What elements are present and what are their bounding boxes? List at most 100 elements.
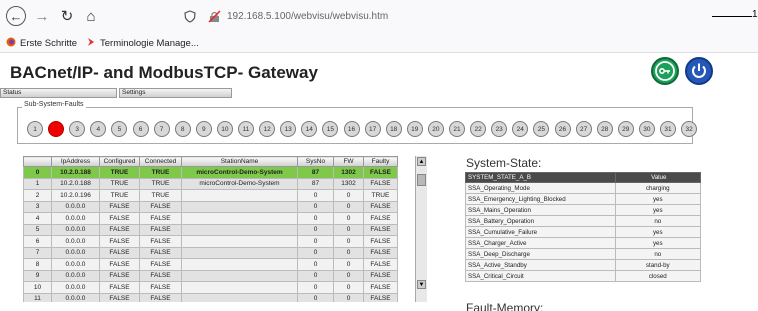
table-cell: 0.0.0.0 — [51, 269, 100, 282]
tab-bar: Status Settings — [0, 88, 758, 98]
table-cell: 3 — [23, 200, 52, 213]
table-cell: FALSE — [99, 223, 140, 236]
fault-indicator-20: 20 — [427, 121, 444, 137]
table-cell: 0.0.0.0 — [51, 212, 100, 225]
key-button[interactable] — [651, 57, 679, 85]
annotation-leader-line — [712, 16, 752, 17]
state-row: SSA_Mains_Operation yes — [465, 204, 702, 216]
table-cell: FALSE — [139, 246, 182, 259]
url-bar[interactable]: 192.168.5.100/webvisu/webvisu.htm — [183, 6, 703, 27]
fault-indicator-6: 6 — [132, 121, 149, 137]
table-cell: FALSE — [363, 246, 398, 259]
table-cell: 9 — [23, 269, 52, 282]
state-value: yes — [614, 204, 702, 216]
fault-indicator-29: 29 — [617, 121, 634, 137]
state-value: no — [614, 215, 702, 227]
tab-settings[interactable]: Settings — [119, 88, 232, 98]
state-row: SSA_Charger_Active yes — [465, 237, 702, 249]
device-table: IpAddress Configured Connected StationName S… — [23, 156, 398, 302]
table-cell: FALSE — [139, 281, 182, 294]
state-name: SSA_Battery_Operation — [465, 215, 616, 227]
column-header[interactable]: IpAddress — [51, 156, 100, 167]
state-name: SSA_Deep_Discharge — [465, 248, 616, 260]
scroll-up-icon[interactable]: ▲ — [417, 157, 426, 166]
url-text[interactable]: 192.168.5.100/webvisu/webvisu.htm — [227, 11, 388, 22]
fault-indicator-9: 9 — [195, 121, 212, 137]
table-cell: FALSE — [99, 258, 140, 271]
sub-system-faults-label: Sub-System-Faults — [22, 101, 86, 108]
table-cell: 6 — [23, 235, 52, 248]
home-icon[interactable]: ⌂ — [80, 5, 102, 27]
table-cell: FALSE — [363, 200, 398, 213]
column-header[interactable]: FW — [333, 156, 364, 167]
tab-status[interactable]: Status — [0, 88, 117, 98]
table-row[interactable]: 2 10.2.0.196 TRUE TRUE 0 0 TRUE — [23, 189, 398, 202]
bookmark-erste-schritte[interactable]: Erste Schritte — [6, 37, 77, 50]
fault-indicator-30: 30 — [638, 121, 655, 137]
table-cell: 10.2.0.188 — [51, 177, 100, 190]
column-header[interactable]: StationName — [181, 156, 298, 167]
column-header[interactable]: Connected — [139, 156, 182, 167]
table-cell: FALSE — [363, 281, 398, 294]
reload-icon[interactable]: ↻ — [56, 5, 78, 27]
column-header[interactable]: Configured — [99, 156, 140, 167]
scrollbar-thumb[interactable] — [417, 174, 426, 186]
bookmark-terminologie[interactable]: Terminologie Manage... — [86, 37, 199, 50]
table-row[interactable]: 1 10.2.0.188 TRUE TRUE microControl-Demo-Sys… — [23, 177, 398, 190]
state-name: SSA_Critical_Circuit — [465, 270, 616, 282]
table-cell: FALSE — [99, 235, 140, 248]
table-cell: FALSE — [363, 177, 398, 190]
state-value: yes — [614, 237, 702, 249]
insecure-lock-icon[interactable] — [207, 10, 221, 24]
table-cell: 10 — [23, 281, 52, 294]
column-header[interactable]: SysNo — [297, 156, 334, 167]
table-row[interactable]: 8 0.0.0.0 FALSE FALSE 0 0 FALSE — [23, 258, 398, 271]
state-value: yes — [614, 193, 702, 205]
table-cell: FALSE — [363, 212, 398, 225]
table-cell: FALSE — [99, 200, 140, 213]
fault-indicator-17: 17 — [364, 121, 381, 137]
table-cell — [181, 246, 298, 259]
device-table-container: IpAddress Configured Connected StationName S… — [23, 156, 428, 302]
table-cell: FALSE — [99, 292, 140, 302]
table-cell: 0 — [333, 292, 364, 302]
bookmark-icon — [86, 37, 96, 50]
table-row[interactable]: 4 0.0.0.0 FALSE FALSE 0 0 FALSE — [23, 212, 398, 225]
table-cell: 0 — [297, 281, 334, 294]
back-arrow-icon[interactable]: ← — [6, 6, 26, 26]
table-cell: 0 — [297, 235, 334, 248]
table-cell: 87 — [297, 166, 334, 179]
fault-indicator-27: 27 — [575, 121, 592, 137]
table-row[interactable]: 5 0.0.0.0 FALSE FALSE 0 0 FALSE — [23, 223, 398, 236]
fault-indicator-32: 32 — [681, 121, 698, 137]
table-row[interactable]: 0 10.2.0.188 TRUE TRUE microControl-Demo-Sys… — [23, 166, 398, 179]
power-button[interactable] — [685, 57, 713, 85]
fault-indicator-26: 26 — [554, 121, 571, 137]
fault-indicator-19: 19 — [406, 121, 423, 137]
state-name: SSA_Operating_Mode — [465, 182, 616, 194]
table-row[interactable]: 10 0.0.0.0 FALSE FALSE 0 0 FALSE — [23, 281, 398, 294]
table-row[interactable]: 9 0.0.0.0 FALSE FALSE 0 0 FALSE — [23, 269, 398, 282]
page-title: BACnet/IP- and ModbusTCP- Gateway — [10, 63, 318, 82]
shield-icon[interactable] — [183, 10, 197, 24]
fault-memory-title: Fault-Memory: — [466, 301, 544, 311]
table-cell — [181, 223, 298, 236]
table-row[interactable]: 7 0.0.0.0 FALSE FALSE 0 0 FALSE — [23, 246, 398, 259]
table-cell: FALSE — [99, 212, 140, 225]
table-row[interactable]: 3 0.0.0.0 FALSE FALSE 0 0 FALSE — [23, 200, 398, 213]
table-cell: 2 — [23, 189, 52, 202]
table-row[interactable]: 6 0.0.0.0 FALSE FALSE 0 0 FALSE — [23, 235, 398, 248]
table-cell: 0 — [333, 200, 364, 213]
forward-arrow-icon[interactable]: → — [31, 5, 53, 27]
table-row[interactable]: 11 0.0.0.0 FALSE FALSE 0 0 FALSE — [23, 292, 398, 302]
state-value: stand-by — [614, 259, 702, 271]
table-cell: FALSE — [363, 258, 398, 271]
bookmark-label: Erste Schritte — [20, 38, 78, 49]
system-state-table: SYSTEM_STATE_A_B Value SSA_Operating_Mode… — [465, 172, 702, 282]
column-header[interactable]: Faulty — [363, 156, 398, 167]
table-scrollbar[interactable]: ▲ ▼ — [415, 156, 427, 302]
table-cell: 10.2.0.196 — [51, 189, 100, 202]
table-cell: FALSE — [363, 223, 398, 236]
column-header[interactable] — [23, 156, 52, 167]
scroll-down-icon[interactable]: ▼ — [417, 280, 426, 289]
